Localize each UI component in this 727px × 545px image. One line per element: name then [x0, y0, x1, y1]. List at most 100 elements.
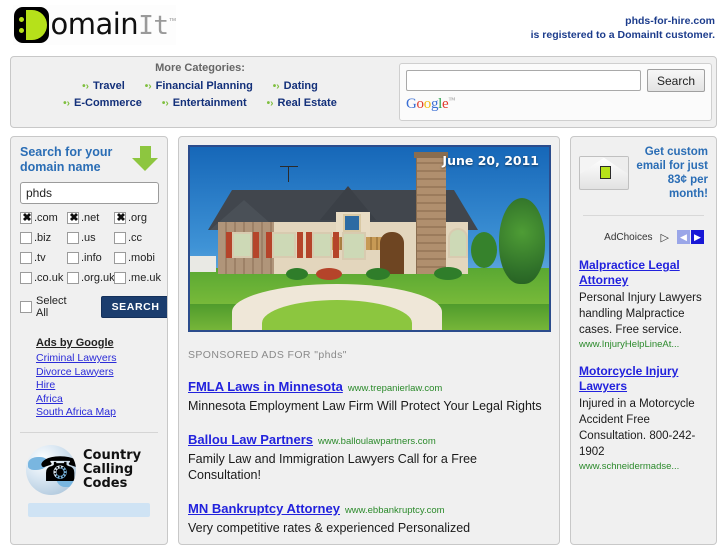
tld-checkbox-grid: .com .net .org .biz .us .cc .tv .info .m… — [20, 211, 161, 284]
ccc-line-3: Codes — [83, 475, 128, 491]
divider — [583, 215, 704, 216]
house-photo: June 20, 2011 — [188, 145, 551, 332]
tld-option-us[interactable]: .us — [67, 232, 114, 244]
email-promo[interactable]: Get custom email for just 83¢ per month! — [579, 145, 708, 201]
rail-ad-item: Malpractice Legal Attorney Personal Inju… — [579, 258, 708, 350]
registered-domain: phds-for-hire.com — [625, 15, 715, 27]
rail-ad-description: Injured in a Motorcycle Accident Free Co… — [579, 398, 696, 458]
tld-label: .org.uk — [81, 272, 115, 284]
rail-ad-url: www.InjuryHelpLineAt... — [579, 339, 680, 350]
rail-ad-title[interactable]: Malpractice Legal Attorney — [579, 258, 708, 288]
google-g1: G — [406, 96, 417, 112]
main-content: June 20, 2011 SPONSORED ADS FOR "phds" F… — [178, 136, 560, 545]
ads-link-hire[interactable]: Hire — [36, 379, 158, 393]
checkbox-icon[interactable] — [114, 232, 126, 244]
registered-note: is registered to a DomainIt customer. — [530, 29, 715, 41]
ads-link-south-africa-map[interactable]: South Africa Map — [36, 406, 158, 420]
category-link-travel[interactable]: •› Travel — [82, 80, 125, 92]
arrow-down-green-icon — [132, 146, 158, 172]
checkbox-icon[interactable] — [20, 272, 32, 284]
tld-label: .biz — [34, 232, 52, 244]
sponsored-ad-item: MN Bankruptcy Attorney www.ebbankruptcy.c… — [188, 500, 550, 536]
page-root: omainIt™ phds-for-hire.com is registered… — [0, 0, 727, 545]
tld-option-me-uk[interactable]: .me.uk — [114, 272, 161, 284]
domainit-logo[interactable]: omainIt™ — [13, 5, 176, 45]
prev-arrow-button[interactable]: ◀ — [677, 230, 690, 244]
ccc-line-2: Calling — [83, 461, 134, 477]
checkbox-icon[interactable] — [67, 252, 79, 264]
checkbox-icon[interactable] — [20, 232, 32, 244]
adchoices-row: AdChoices ▷ ◀ ▶ — [579, 230, 708, 244]
envelope-icon — [579, 156, 629, 190]
tld-option-biz[interactable]: .biz — [20, 232, 67, 244]
checkbox-icon[interactable] — [67, 232, 79, 244]
tld-option-mobi[interactable]: .mobi — [114, 252, 161, 264]
tld-label: .me.uk — [128, 272, 162, 284]
select-all-option[interactable]: Select All — [20, 295, 67, 319]
checkbox-icon[interactable] — [67, 211, 80, 225]
logo-wordmark: omainIt™ — [50, 10, 176, 40]
ads-link-divorce-lawyers[interactable]: Divorce Lawyers — [36, 366, 158, 380]
tld-option-net[interactable]: .net — [67, 211, 114, 225]
adchoices-label[interactable]: AdChoices — [604, 232, 652, 243]
checkbox-icon[interactable] — [114, 272, 126, 284]
category-label: Travel — [92, 80, 125, 92]
google-tm: ™ — [448, 96, 455, 104]
web-search-input[interactable] — [406, 70, 641, 91]
checkbox-icon[interactable] — [20, 252, 32, 264]
tld-option-cc[interactable]: .cc — [114, 232, 161, 244]
category-link-entertainment[interactable]: •› Entertainment — [162, 97, 247, 109]
adchoices-triangle-icon[interactable]: ▷ — [661, 231, 669, 244]
tld-label: .us — [81, 232, 96, 244]
sponsored-ad-item: FMLA Laws in Minnesota www.trepanierlaw.c… — [188, 378, 550, 414]
category-label: Financial Planning — [155, 80, 253, 92]
rail-ad-description: Personal Injury Lawyers handling Malprac… — [579, 292, 702, 336]
sponsored-ad-description: Family Law and Immigration Lawyers Call … — [188, 452, 477, 482]
category-link-financial-planning[interactable]: •› Financial Planning — [145, 80, 253, 92]
sponsored-ad-title[interactable]: MN Bankruptcy Attorney — [188, 501, 340, 516]
country-calling-codes-banner[interactable]: ☎ Country Calling Codes — [20, 431, 158, 495]
sponsored-ad-url: www.balloulawpartners.com — [317, 436, 436, 447]
checkbox-icon[interactable] — [20, 211, 33, 225]
web-search-button[interactable]: Search — [646, 69, 705, 92]
sponsored-ad-title[interactable]: Ballou Law Partners — [188, 432, 313, 447]
tld-option-info[interactable]: .info — [67, 252, 114, 264]
tld-option-org-uk[interactable]: .org.uk — [67, 272, 115, 284]
category-label: Dating — [283, 80, 318, 92]
checkbox-icon[interactable] — [20, 301, 32, 313]
next-arrow-button[interactable]: ▶ — [691, 230, 704, 244]
ads-link-africa[interactable]: Africa — [36, 393, 158, 407]
tld-label: .com — [34, 212, 58, 224]
domain-search-button[interactable]: SEARCH — [100, 296, 167, 318]
tld-option-org[interactable]: .org — [114, 211, 161, 225]
rail-ad-item: Motorcycle Injury Lawyers Injured in a M… — [579, 364, 708, 472]
ads-by-google-block: Ads by Google Criminal Lawyers Divorce L… — [20, 337, 158, 420]
tld-label: .tv — [34, 252, 46, 264]
checkbox-icon[interactable] — [114, 252, 126, 264]
tld-option-tv[interactable]: .tv — [20, 252, 67, 264]
rail-ad-title[interactable]: Motorcycle Injury Lawyers — [579, 364, 708, 394]
category-link-real-estate[interactable]: •› Real Estate — [267, 97, 337, 109]
checkbox-icon[interactable] — [114, 211, 127, 225]
domain-search-input[interactable] — [20, 182, 159, 204]
checkbox-icon[interactable] — [67, 272, 79, 284]
email-promo-text: Get custom email for just 83¢ per month! — [636, 146, 708, 200]
categories-list: More Categories: •› Travel •› Financial … — [11, 62, 389, 109]
google-o2: o — [423, 96, 432, 112]
tld-label: .net — [81, 212, 100, 224]
tld-option-com[interactable]: .com — [20, 211, 67, 225]
logo-d-icon — [14, 7, 50, 43]
sponsored-ads-label: SPONSORED ADS FOR "phds" — [188, 349, 347, 361]
sponsored-ad-url: www.trepanierlaw.com — [347, 383, 443, 394]
tld-option-co-uk[interactable]: .co.uk — [20, 272, 67, 284]
left-sidebar: Search for your domain name .com .net .o… — [10, 136, 168, 545]
tree-icon — [499, 198, 545, 284]
bullet-arrow-icon: •› — [266, 97, 274, 109]
category-link-dating[interactable]: •› Dating — [273, 80, 318, 92]
ads-link-criminal-lawyers[interactable]: Criminal Lawyers — [36, 352, 158, 366]
category-link-e-commerce[interactable]: •› E-Commerce — [63, 97, 142, 109]
sponsored-ad-title[interactable]: FMLA Laws in Minnesota — [188, 379, 343, 394]
tld-label: .mobi — [128, 252, 155, 264]
categories-title: More Categories: — [155, 62, 245, 74]
category-label: Real Estate — [277, 97, 337, 109]
